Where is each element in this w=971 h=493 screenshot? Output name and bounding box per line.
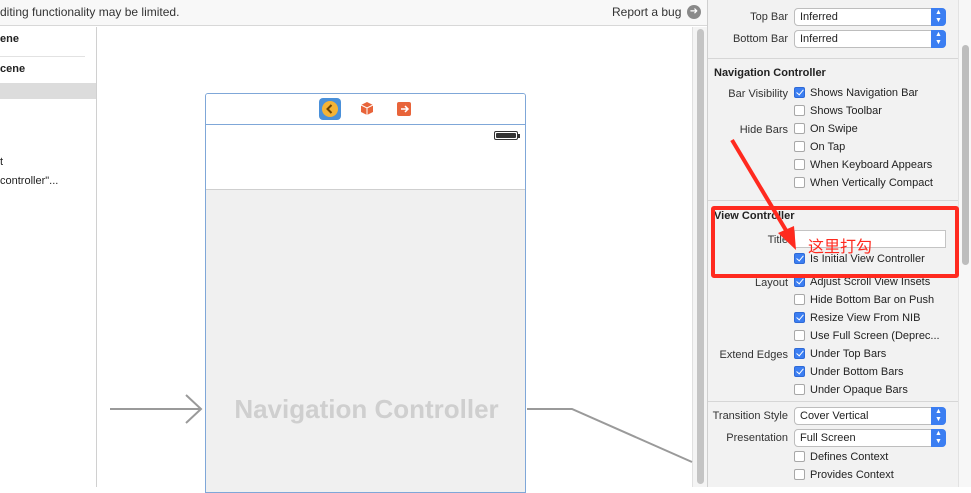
annotation-text: 这里打勾 (808, 239, 873, 256)
annotation-arrow-shaft (730, 138, 792, 239)
annotation-arrow-head (778, 226, 796, 250)
